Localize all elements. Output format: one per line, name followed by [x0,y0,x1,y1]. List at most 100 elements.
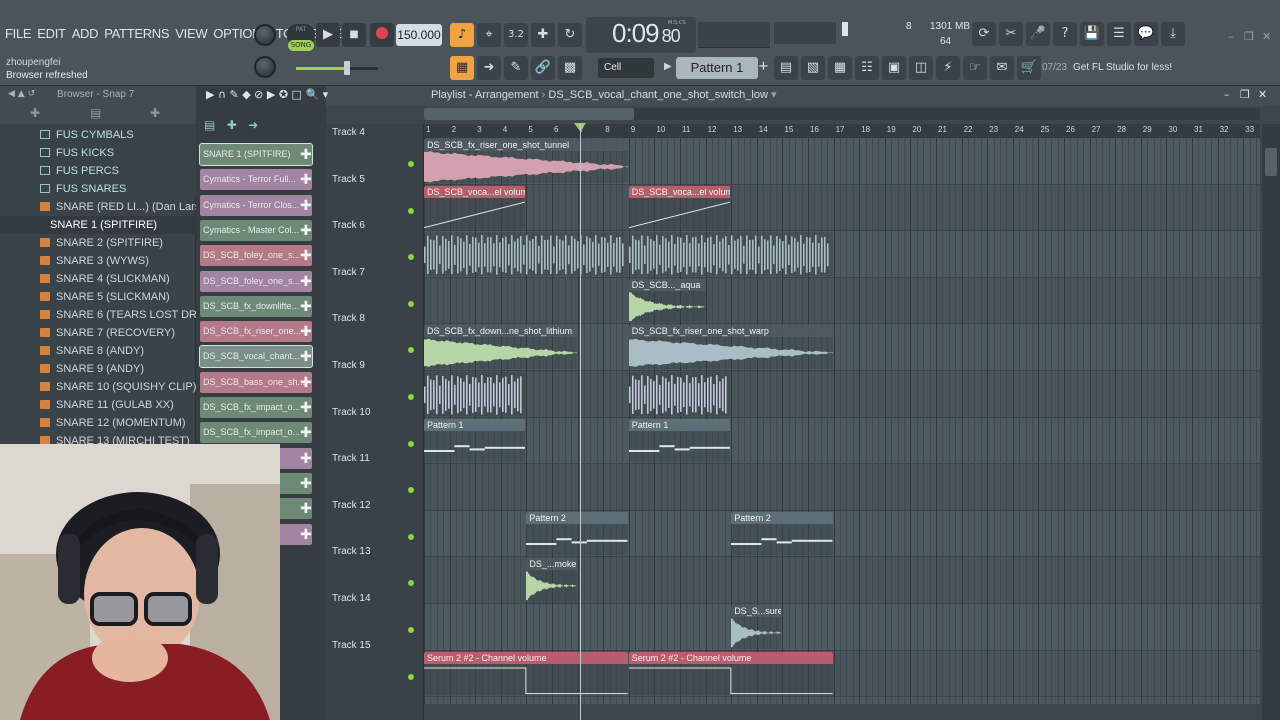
channel-button[interactable]: DS_SCB_fx_riser_one... ✚ [200,321,312,343]
playlist-clip[interactable]: Pattern 2 [731,511,833,556]
vertical-scrollbar[interactable] [1262,124,1280,720]
channel-plus-icon[interactable]: ✚ [300,498,312,519]
browser-item[interactable]: SNARE 9 (ANDY) [0,360,196,378]
browser-item[interactable]: SNARE 6 (TEARS LOST DROP) [0,306,196,324]
pencil-icon[interactable]: ✎ [504,56,528,80]
playlist-clip[interactable]: Serum 2 #2 - Channel volume [628,651,833,696]
cart-icon[interactable]: 🛒 [1017,56,1041,80]
track-label[interactable]: Track 15 [332,640,371,651]
track-label[interactable]: Track 8 [332,313,365,324]
stop-button[interactable]: ■ [342,23,366,47]
channel-button[interactable]: DS_SCB_vocal_chant... ✚ [199,345,313,369]
mixer-settings-icon[interactable]: ☰ [1107,22,1131,46]
track-label[interactable]: Track 12 [332,500,371,511]
track-mute-led[interactable] [408,207,414,214]
channel-plus-icon[interactable]: ✚ [300,372,312,393]
track-mute-led[interactable] [408,300,414,307]
playlist-close-icon[interactable]: ✕ [1258,88,1267,101]
track-label[interactable]: Track 5 [332,174,365,185]
browser-item[interactable]: SNARE 11 (GULAB XX) [0,396,196,414]
channel-plus-icon[interactable]: ✚ [300,346,312,367]
step-edit-icon[interactable]: ✚ [531,23,555,47]
pattern-snap-icon[interactable]: ▦ [450,56,474,80]
microphone-icon[interactable]: 🎤 [1026,22,1050,46]
news-ticker[interactable]: 07/23 Get FL Studio for less! [1042,58,1188,78]
channel-plus-icon[interactable]: ✚ [300,524,312,545]
browser-item[interactable]: SNARE 5 (SLICKMAN) [0,288,196,306]
channel-button[interactable]: DS_SCB_foley_one_s... ✚ [200,270,312,292]
playlist-clip[interactable]: DS_SCB_voca...el volume [628,185,731,230]
track-mute-led[interactable] [408,347,414,354]
channel-plus-icon[interactable]: ✚ [300,422,312,443]
pattern-prev-icon[interactable]: ▶ [664,61,672,72]
track-label[interactable]: Track 13 [332,546,371,557]
save-icon[interactable]: 💾 [1080,22,1104,46]
minimize-icon[interactable]: – [1228,30,1234,43]
plugin-picker-icon[interactable]: ▣ [882,56,906,80]
playlist-minimize-icon[interactable]: – [1224,88,1230,101]
menu-patterns[interactable]: PATTERNS [101,24,172,43]
playlist-tools[interactable]: ▶ ∩ ✎ ◆ ⊘ ▶ ✪ □ 🔍 ▾ [206,88,328,101]
track-mute-led[interactable] [408,580,414,587]
channel-plus-icon[interactable]: ✚ [300,296,312,317]
restore-icon[interactable]: ❐ [1244,30,1254,43]
browser-icon[interactable]: ◫ [909,56,933,80]
metronome-icon[interactable]: ♪ [450,23,474,47]
countdown-icon[interactable]: 3.2 [504,23,528,47]
browser-collapse-icon[interactable]: ✚ [30,106,40,120]
tempo-tapper-icon[interactable]: ☞ [963,56,987,80]
playlist-clip[interactable]: DS_SCB_fx_riser_one_shot_tunnel [424,139,628,183]
channel-button[interactable]: SNARE 1 (SPITFIRE) ✚ [199,143,313,166]
menu-edit[interactable]: EDIT [34,24,68,43]
channel-plus-icon[interactable]: ✚ [300,220,312,241]
marketplace-icon[interactable]: ✉ [990,56,1014,80]
track-mute-led[interactable] [408,533,414,540]
cut-icon[interactable]: ✂ [999,22,1023,46]
help-icon[interactable]: ? [1053,22,1077,46]
channel-plus-icon[interactable]: ✚ [300,195,312,216]
arrow-right-icon[interactable]: ➜ [477,56,501,80]
playlist-clip[interactable]: Pattern 1 [628,418,731,463]
download-icon[interactable]: ⤓ [1161,22,1185,46]
channel-plus-icon[interactable]: ✚ [300,448,312,469]
playlist-clip[interactable]: Serum 2 #2 - Channel volume [424,651,628,696]
browser-file-icon[interactable]: ▤ [90,106,101,120]
playlist-clip[interactable]: DS_...moke [526,558,577,602]
browser-item[interactable]: FUS KICKS [0,144,196,162]
browser-item[interactable]: SNARE 7 (RECOVERY) [0,324,196,342]
channel-button[interactable]: DS_SCB_fx_downlifte... ✚ [200,295,312,317]
channel-button[interactable]: DS_SCB_fx_impact_o... ✚ [200,422,312,444]
playlist-maximize-icon[interactable]: ❐ [1240,88,1250,101]
menu-view[interactable]: VIEW [172,24,210,43]
channel-plus-icon[interactable]: ✚ [300,321,312,342]
playlist-clip[interactable] [424,232,628,276]
browser-item[interactable]: SNARE 3 (WYWS) [0,252,196,270]
menu-add[interactable]: ADD [69,24,102,43]
track-label[interactable]: Track 6 [332,220,365,231]
channel-plus-icon[interactable]: ✚ [300,271,312,292]
browser-item[interactable]: SNARE (RED LI...) (Dan Larson) [0,198,196,216]
horizontal-scrollbar[interactable] [424,108,1260,120]
arrangement-grid[interactable]: DS_SCB_fx_riser_one_shot_tunnel DS_SCB_vo… [424,138,1260,704]
channel-button[interactable]: DS_SCB_fx_impact_o... ✚ [200,397,312,418]
channel-button[interactable]: Cymatics - Terror Full... ✚ [200,169,312,191]
playlist-clip[interactable]: DS_S...sure [731,605,782,649]
track-mute-led[interactable] [408,161,414,167]
menu-file[interactable]: FILE [2,24,34,43]
timeline-ruler[interactable]: 1 2 3 4 5 6 7 8 9 10 11 12 13 14 15 16 17 18 19 20 21 22 23 24 2… [424,124,1260,138]
loop-record-icon[interactable]: ↻ [558,23,582,47]
browser-item[interactable]: FUS PERCS [0,162,196,180]
track-label[interactable]: Track 14 [332,593,371,604]
track-label[interactable]: Track 4 [332,127,365,138]
close-icon[interactable]: ✕ [1262,30,1271,43]
refresh-icon[interactable]: ⟳ [972,22,996,46]
playlist-clip[interactable] [628,232,833,276]
browser-item[interactable]: FUS SNARES [0,180,196,198]
track-mute-led[interactable] [408,487,414,494]
main-volume-knob[interactable] [254,24,276,46]
chat-icon[interactable]: 💬 [1134,22,1158,46]
browser-item[interactable]: SNARE 2 (SPITFIRE) [0,234,196,252]
channel-button[interactable]: Cymatics - Master Col... ✚ [200,219,312,241]
channel-plus-icon[interactable]: ✚ [300,473,312,494]
browser-item[interactable]: SNARE 12 (MOMENTUM) [0,414,196,432]
